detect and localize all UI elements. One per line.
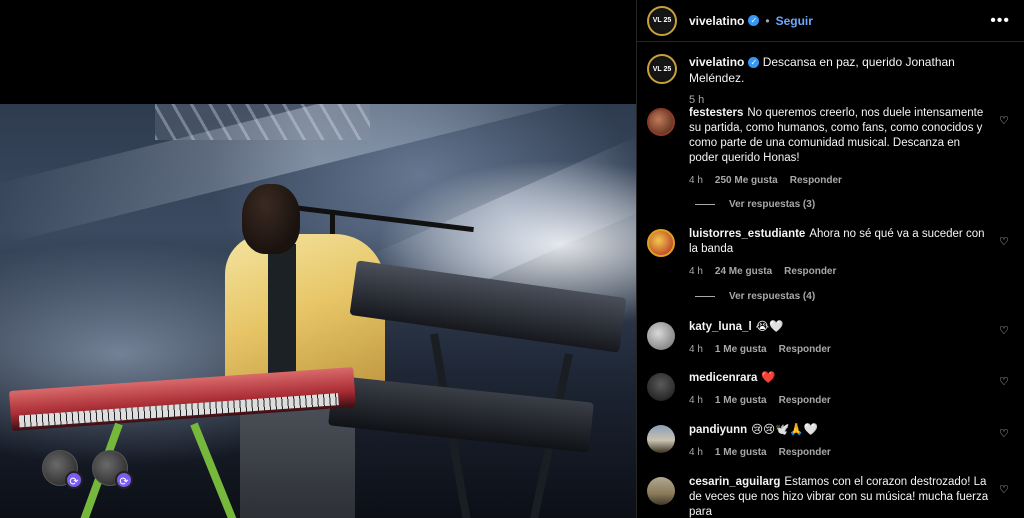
musician-head: [242, 184, 300, 254]
comment-meta: 4 h 1 Me gusta Responder: [689, 393, 991, 408]
reply-button[interactable]: Responder: [779, 393, 831, 408]
comment-username[interactable]: medicenrara: [689, 372, 757, 384]
comment-item: pandiyunn 😢😢🕊️🙏🤍 4 h 1 Me gusta Responder…: [637, 423, 1024, 460]
comment-username[interactable]: festesters: [689, 107, 743, 119]
post-media[interactable]: ⟳ ⟳: [0, 0, 636, 518]
replies-line: [695, 296, 715, 297]
verified-icon: ✓: [748, 57, 760, 68]
comment-likes[interactable]: 1 Me gusta: [715, 393, 767, 408]
comment-time[interactable]: 4 h: [689, 173, 703, 188]
comment-item: medicenrara ❤️ 4 h 1 Me gusta Responder ♡: [637, 371, 1024, 408]
view-replies-button[interactable]: Ver respuestas (4): [695, 291, 815, 302]
comment-item: cesarin_aguilarg Estamos con el corazon d…: [637, 475, 1024, 518]
comment-likes[interactable]: 250 Me gusta: [715, 173, 778, 188]
comments-panel: VL 25 vivelatino ✓ • Seguir ••• VL 25 vi…: [636, 0, 1024, 518]
comment-time[interactable]: 4 h: [689, 342, 703, 357]
comment-username[interactable]: cesarin_aguilarg: [689, 476, 780, 488]
comment-item: festesters No queremos creerlo, nos duele…: [637, 106, 1024, 188]
comment-time[interactable]: 4 h: [689, 264, 703, 279]
commenter-avatar[interactable]: [647, 477, 675, 505]
reply-button[interactable]: Responder: [784, 264, 836, 279]
comment-likes[interactable]: 24 Me gusta: [715, 264, 772, 279]
comment-username[interactable]: pandiyunn: [689, 424, 747, 436]
keyboard-lower: [328, 375, 594, 453]
post-caption: VL 25 vivelatino ✓ Descansa en paz, queri…: [637, 42, 1024, 108]
repost-icon: ⟳: [65, 471, 83, 489]
like-heart-icon[interactable]: ♡: [999, 375, 1011, 408]
comment-meta: 4 h 1 Me gusta Responder: [689, 445, 991, 460]
more-options-icon[interactable]: •••: [990, 12, 1010, 30]
like-heart-icon[interactable]: ♡: [999, 427, 1011, 460]
separator-dot: •: [765, 13, 770, 28]
comment-item: katy_luna_l 😭🤍 4 h 1 Me gusta Responder ♡: [637, 320, 1024, 357]
comment-likes[interactable]: 1 Me gusta: [715, 445, 767, 460]
comment-meta: 4 h 24 Me gusta Responder: [689, 264, 991, 279]
tagged-user-avatar[interactable]: ⟳: [42, 450, 83, 489]
comment-meta: 4 h 1 Me gusta Responder: [689, 342, 991, 357]
repost-icon: ⟳: [115, 471, 133, 489]
reply-button[interactable]: Responder: [779, 445, 831, 460]
comment-time[interactable]: 4 h: [689, 445, 703, 460]
tagged-users: ⟳ ⟳: [42, 450, 133, 489]
follow-button[interactable]: Seguir: [776, 14, 813, 28]
comment-meta: 4 h 250 Me gusta Responder: [689, 173, 991, 188]
mic-arm: [284, 204, 474, 233]
reply-button[interactable]: Responder: [779, 342, 831, 357]
comment-text: 😭🤍: [755, 321, 784, 333]
like-heart-icon[interactable]: ♡: [999, 324, 1011, 357]
comment-text: ❤️: [761, 372, 776, 384]
comment-username[interactable]: katy_luna_l: [689, 321, 752, 333]
author-username[interactable]: vivelatino: [689, 14, 744, 28]
view-replies-button[interactable]: Ver respuestas (3): [695, 199, 815, 210]
view-replies-label: Ver respuestas (4): [729, 291, 816, 302]
commenter-avatar[interactable]: [647, 229, 675, 257]
reply-button[interactable]: Responder: [790, 173, 842, 188]
comment-username[interactable]: luistorres_estudiante: [689, 228, 805, 240]
tagged-user-avatar[interactable]: ⟳: [92, 450, 133, 489]
author-avatar[interactable]: VL 25: [647, 5, 677, 36]
post-header: VL 25 vivelatino ✓ • Seguir •••: [637, 0, 1024, 42]
comment-likes[interactable]: 1 Me gusta: [715, 342, 767, 357]
comment-time[interactable]: 4 h: [689, 393, 703, 408]
commenter-avatar[interactable]: [647, 425, 675, 453]
like-heart-icon[interactable]: ♡: [999, 235, 1011, 279]
commenter-avatar[interactable]: [647, 373, 675, 401]
commenter-avatar[interactable]: [647, 322, 675, 350]
comment-text: 😢😢🕊️🙏🤍: [751, 424, 819, 436]
keyboard-stand: [190, 422, 239, 518]
comment-item: luistorres_estudiante Ahora no sé qué va …: [637, 227, 1024, 279]
like-heart-icon[interactable]: ♡: [999, 114, 1011, 188]
commenter-avatar[interactable]: [647, 108, 675, 136]
view-replies-label: Ver respuestas (3): [729, 199, 816, 210]
replies-line: [695, 204, 715, 205]
author-avatar[interactable]: VL 25: [647, 54, 677, 84]
caption-username[interactable]: vivelatino: [689, 55, 744, 69]
like-heart-icon[interactable]: ♡: [999, 483, 1011, 518]
verified-icon: ✓: [748, 15, 760, 26]
